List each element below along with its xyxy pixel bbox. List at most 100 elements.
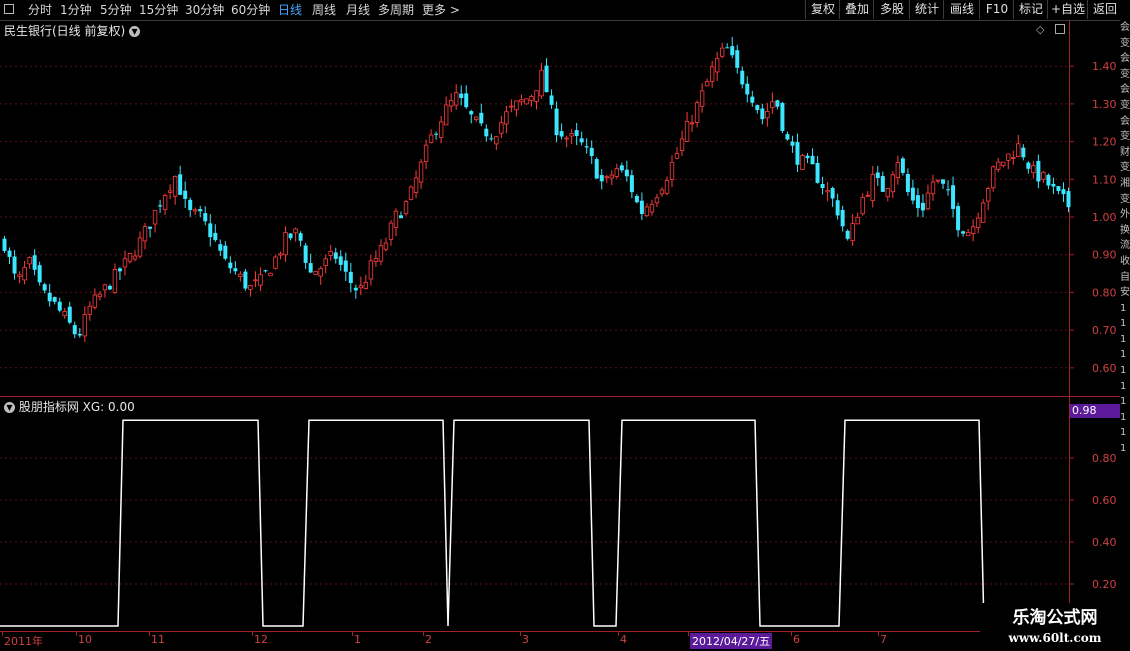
candle-body-up: [991, 166, 996, 189]
candle-body-down: [233, 268, 238, 272]
date-tick: [76, 632, 77, 636]
side-strip-char: 会: [1120, 84, 1130, 96]
candle-body-up: [62, 311, 67, 316]
candle-body-down: [489, 138, 494, 140]
candle-body-down: [755, 105, 760, 111]
statistics-button[interactable]: 统计: [909, 0, 944, 19]
candle-body-up: [82, 314, 88, 337]
candle-body-up: [193, 209, 198, 212]
candle-body-up: [800, 155, 805, 170]
candle-body-up: [709, 66, 715, 82]
tab-daily[interactable]: 日线: [278, 2, 302, 18]
candle-body-up: [423, 144, 429, 162]
date-tick: [878, 632, 879, 636]
candle-body-up: [127, 253, 133, 262]
draw-line-button[interactable]: 画线: [943, 0, 980, 19]
side-strip-char: 换: [1120, 224, 1130, 236]
candle-body-up: [825, 190, 830, 193]
tab-5min[interactable]: 5分钟: [100, 2, 132, 18]
candle-body-up: [373, 258, 379, 262]
candle-body-up: [438, 121, 444, 138]
side-strip-char: 变: [1120, 162, 1130, 174]
date-tick-label: 10: [78, 633, 92, 646]
candle-body-up: [504, 111, 509, 125]
date-tick-label: 11: [151, 633, 165, 646]
side-strip-char: 外: [1120, 209, 1130, 221]
multi-stock-button[interactable]: 多股: [873, 0, 910, 19]
candle-body-down: [910, 187, 915, 201]
watermark-title: 乐淘公式网: [1012, 608, 1098, 628]
candle-body-up: [102, 284, 108, 291]
candle-body-down: [745, 83, 750, 95]
restore-rights-button[interactable]: 复权: [805, 0, 840, 19]
candle-body-up: [318, 268, 323, 277]
candle-body-down: [298, 233, 303, 241]
side-strip-char: 1: [1120, 380, 1127, 392]
candle-body-down: [464, 93, 469, 108]
candle-body-down: [7, 250, 12, 257]
candle-body-down: [589, 147, 594, 157]
side-strip-char: 收: [1120, 255, 1130, 267]
candle-body-down: [875, 172, 880, 179]
date-tick-label: 7: [880, 633, 887, 646]
candle-body-up: [1011, 157, 1016, 159]
candle-body-up: [443, 104, 449, 126]
window-menu-icon[interactable]: [4, 4, 14, 14]
candle-body-up: [694, 102, 700, 123]
candle-body-up: [293, 228, 298, 234]
candle-body-down: [544, 65, 549, 93]
candle-body-up: [609, 174, 614, 179]
y-tick-label: 1.30: [1092, 98, 1117, 111]
side-strip-char: 流: [1120, 240, 1130, 252]
candle-body-up: [494, 136, 499, 145]
candle-body-down: [218, 244, 223, 251]
candle-body-up: [539, 69, 544, 97]
candle-body-up: [278, 253, 283, 256]
overlay-button[interactable]: 叠加: [839, 0, 874, 19]
date-cursor-label: 2012/04/27/五: [690, 633, 773, 649]
candle-body-up: [238, 273, 243, 277]
candle-body-down: [243, 271, 248, 289]
candle-body-up: [865, 194, 870, 197]
tab-more[interactable]: 更多 >: [422, 2, 460, 18]
f10-button[interactable]: F10: [979, 0, 1014, 19]
candle-body-down: [263, 270, 268, 272]
tab-15min[interactable]: 15分钟: [139, 2, 178, 18]
candle-body-up: [253, 279, 258, 282]
candle-body-down: [599, 175, 604, 182]
candle-body-up: [499, 122, 504, 134]
candle-body-down: [353, 287, 358, 291]
tab-monthly[interactable]: 月线: [346, 2, 370, 18]
candle-body-down: [37, 265, 42, 283]
candle-body-up: [393, 210, 399, 228]
tab-fenshi[interactable]: 分时: [28, 2, 52, 18]
candle-body-down: [42, 284, 47, 291]
candle-body-up: [770, 101, 775, 109]
candle-body-down: [900, 158, 905, 173]
back-button[interactable]: 返回: [1087, 0, 1122, 19]
y-tick-label: 1.40: [1092, 60, 1117, 73]
tab-weekly[interactable]: 周线: [312, 2, 336, 18]
tab-1min[interactable]: 1分钟: [60, 2, 92, 18]
candle-body-up: [870, 173, 875, 202]
candle-body-down: [735, 50, 740, 68]
mark-button[interactable]: 标记: [1013, 0, 1048, 19]
y-tick-label: 1.00: [1092, 211, 1117, 224]
y-tick-label: 0.20: [1092, 578, 1117, 591]
candle-body-up: [383, 242, 389, 250]
side-strip-char: 1: [1120, 333, 1127, 345]
side-strip-char: 1: [1120, 349, 1127, 361]
candle-body-down: [107, 285, 112, 290]
candle-body-up: [248, 285, 253, 290]
tab-multi-period[interactable]: 多周期: [378, 2, 414, 18]
candle-body-down: [845, 230, 850, 239]
tab-30min[interactable]: 30分钟: [185, 2, 224, 18]
candle-body-up: [649, 203, 655, 213]
side-strip-char: 变: [1120, 68, 1130, 80]
candle-body-up: [1001, 161, 1006, 166]
date-tick-label: 4: [620, 633, 627, 646]
tab-60min[interactable]: 60分钟: [231, 2, 270, 18]
add-watchlist-button[interactable]: +自选: [1047, 0, 1088, 19]
candle-body-up: [699, 90, 705, 107]
candle-body-down: [915, 195, 920, 209]
